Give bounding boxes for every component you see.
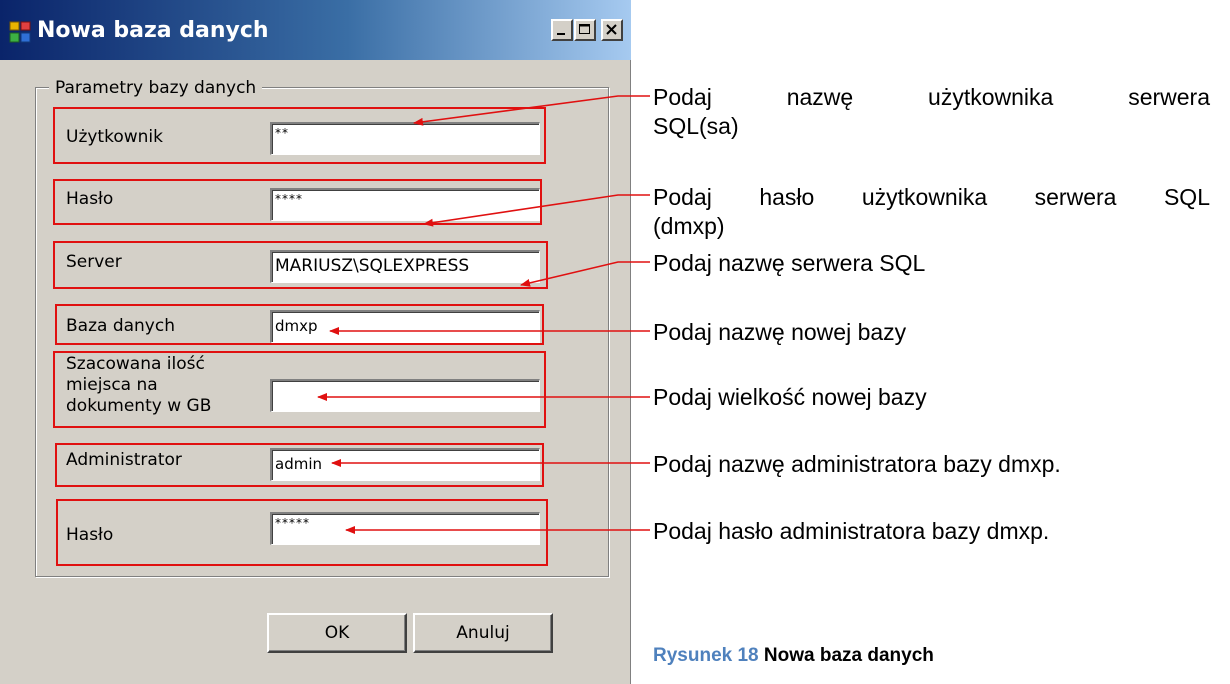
annotation-admin: Podaj nazwę administratora bazy dmxp.	[653, 451, 1061, 477]
caption-text: Nowa baza danych	[763, 645, 934, 666]
annotation-password-line: Podaj hasło użytkownika serwera SQL	[653, 184, 1210, 210]
arrow-user	[413, 95, 650, 126]
annotation-user-line: Podaj nazwę użytkownika serwera	[653, 84, 1210, 110]
annotation-admin-password: Podaj hasło administratora bazy dmxp.	[653, 518, 1050, 544]
annotation-server: Podaj nazwę serwera SQL	[653, 250, 926, 276]
annotation-password: Podaj hasło użytkownika serwera SQL	[653, 183, 1210, 212]
annotation-space: Podaj wielkość nowej bazy	[653, 384, 927, 410]
annotation-user-line: SQL(sa)	[653, 113, 739, 139]
annotation-password-line: (dmxp)	[653, 213, 725, 239]
arrow-server	[520, 261, 650, 287]
caption-number: Rysunek 18	[653, 645, 759, 666]
annotation-user: Podaj nazwę użytkownika serwera	[653, 83, 1210, 112]
annotation-database: Podaj nazwę nowej bazy	[653, 319, 907, 345]
figure-caption: Rysunek 18 Nowa baza danych	[653, 644, 934, 668]
arrow-password	[423, 194, 650, 227]
